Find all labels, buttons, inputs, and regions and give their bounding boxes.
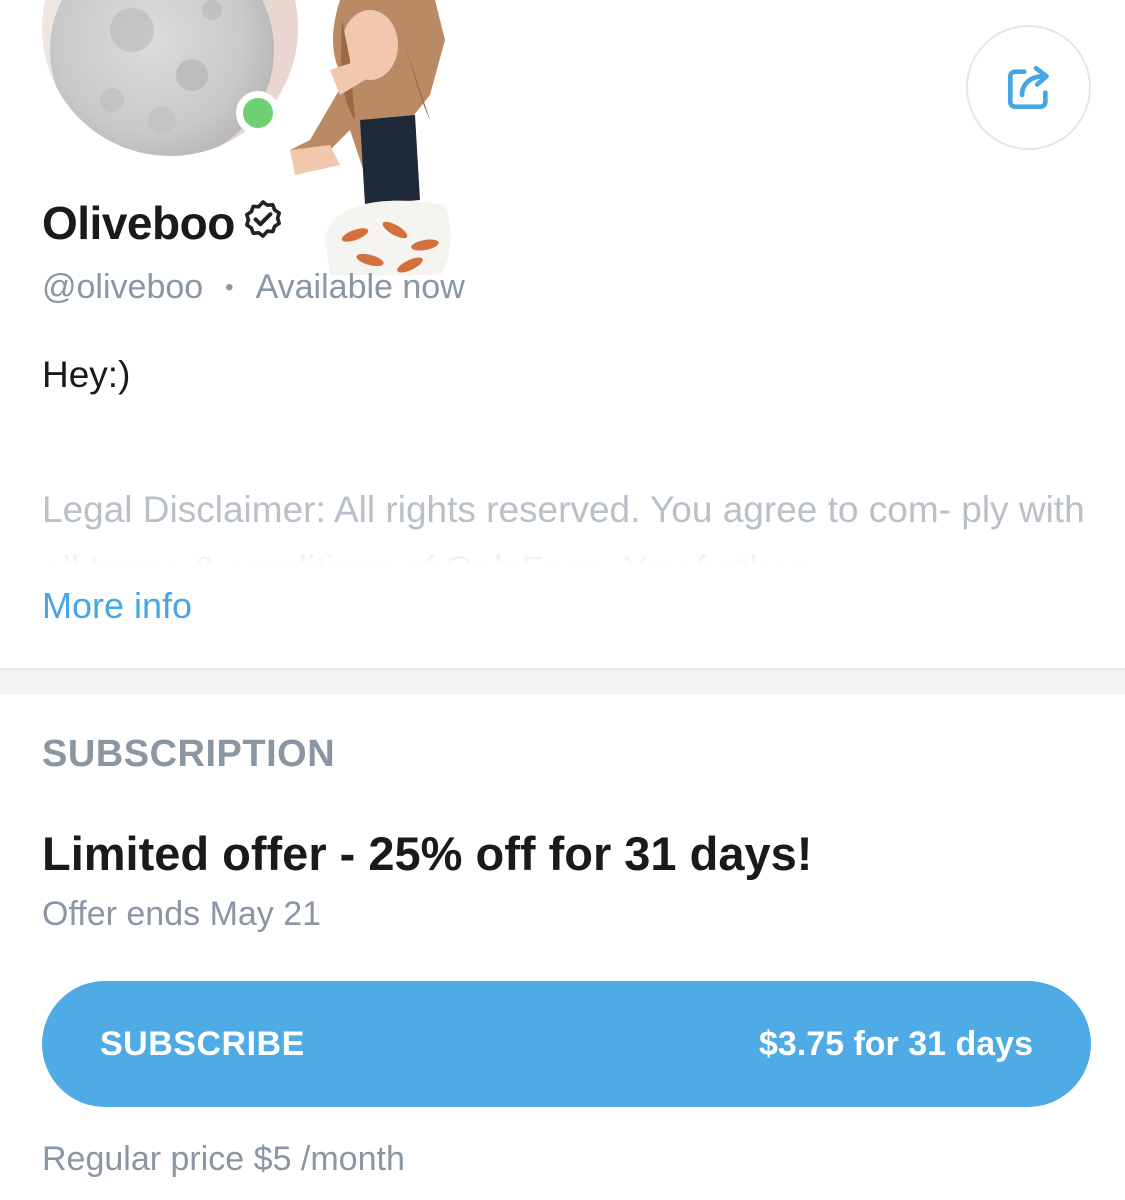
subscribe-button[interactable]: SUBSCRIBE $3.75 for 31 days — [42, 981, 1091, 1107]
offer-title: Limited offer - 25% off for 31 days! — [42, 827, 813, 880]
share-button[interactable] — [966, 25, 1091, 150]
availability-status: Available now — [255, 268, 465, 306]
subscription-section-title: SUBSCRIPTION — [42, 733, 336, 775]
subscribe-button-price: $3.75 for 31 days — [758, 1024, 1033, 1063]
handle-row: @oliveboo • Available now — [42, 268, 465, 307]
legal-disclaimer: Legal Disclaimer: All rights reserved. Y… — [42, 489, 1085, 570]
section-divider — [0, 668, 1125, 694]
regular-price: Regular price $5 /month — [42, 1140, 405, 1178]
offer-end-date: Offer ends May 21 — [42, 895, 322, 933]
profile-handle: @oliveboo — [42, 268, 204, 306]
more-info-link[interactable]: More info — [42, 585, 192, 627]
profile-page: Oliveboo @oliveboo • Available now Hey:)… — [0, 0, 1125, 1200]
profile-name-row: Oliveboo — [42, 196, 287, 250]
share-icon — [1007, 65, 1049, 109]
verified-badge-icon — [239, 197, 287, 250]
subscribe-button-label: SUBSCRIBE — [100, 1024, 305, 1063]
separator-dot: • — [225, 273, 234, 301]
person-sticker-image — [290, 0, 451, 275]
profile-bio: Hey:) — [42, 354, 131, 395]
profile-name: Oliveboo — [42, 197, 235, 249]
